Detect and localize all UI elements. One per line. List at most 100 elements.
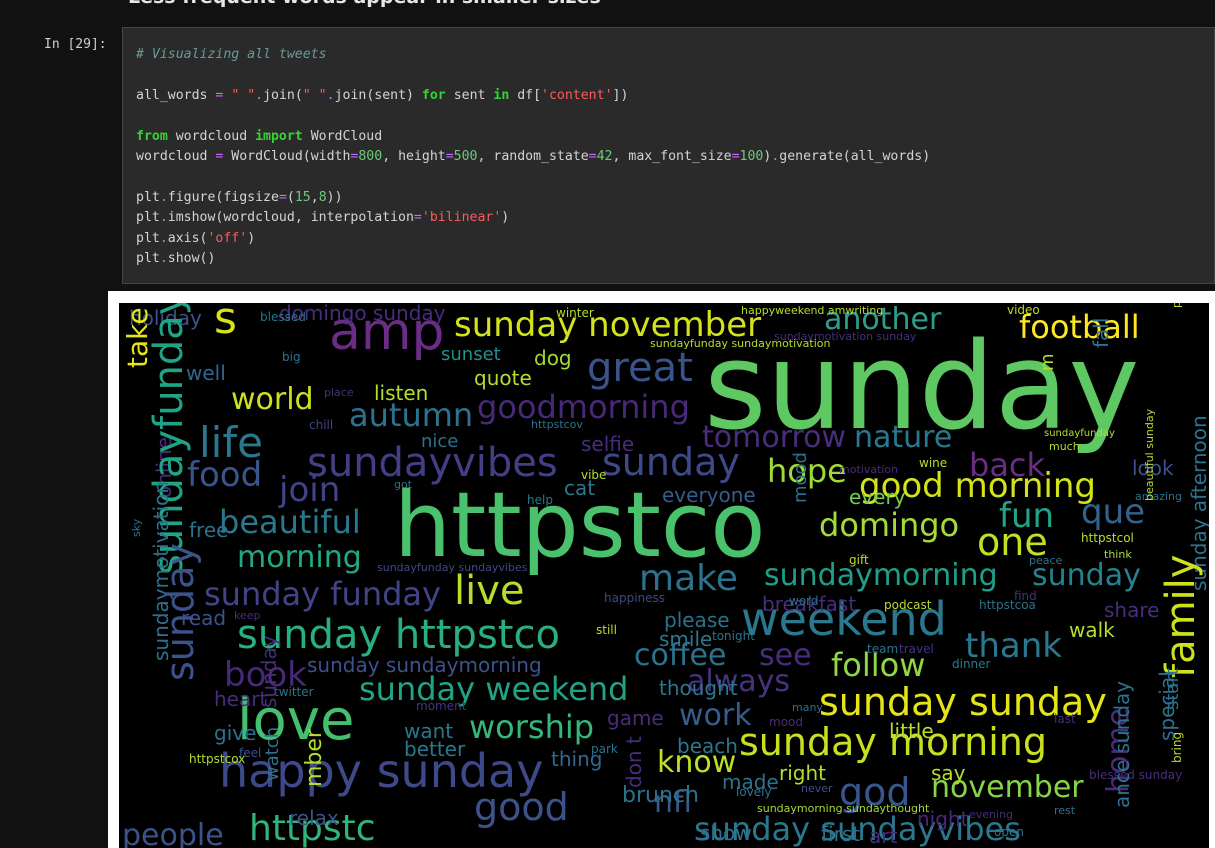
code-token: in [493, 87, 510, 103]
wordcloud-word: quote [474, 366, 532, 390]
wordcloud-word: keep [234, 609, 261, 622]
code-token: 100 [739, 148, 764, 164]
wordcloud-word: many [792, 701, 823, 714]
code-token: all_words [136, 87, 216, 103]
wordcloud-word: much [1049, 440, 1080, 453]
wordcloud-word: beautiful sunday [1143, 408, 1156, 501]
wordcloud-word: dog [534, 346, 572, 370]
wordcloud-word: sundaymorning sundaythought [757, 802, 930, 815]
code-line: all_words = " ".join(" ".join(sent) for … [136, 86, 930, 106]
code-token: " " [231, 87, 256, 103]
wordcloud-word: peace [1029, 554, 1063, 567]
wordcloud-word: sunset [441, 344, 501, 365]
code-token: , height [382, 148, 446, 164]
wordcloud-word: wine [919, 456, 948, 470]
wordcloud-image: sunday httpstco amp sunday november football… [119, 303, 1209, 848]
code-token: 'content' [541, 87, 613, 103]
code-token: join( [263, 87, 303, 103]
wordcloud-word: food [187, 455, 263, 495]
code-token: . [159, 230, 168, 246]
wordcloud-word: sunday weekend [359, 670, 629, 708]
code-line: plt.figure(figsize=(15,8)) [136, 188, 930, 208]
code-token: 42 [596, 148, 613, 164]
section-heading: Less frequent words appear in smaller si… [128, 0, 828, 10]
code-cell[interactable]: # Visualizing all tweets all_words = " ".… [122, 27, 1215, 284]
wordcloud-word: share [1104, 598, 1160, 622]
wordcloud-word: motivation [839, 463, 899, 476]
code-token: . [255, 87, 264, 103]
wordcloud-word: help [527, 493, 553, 507]
wordcloud-word: big [282, 350, 301, 364]
wordcloud-word: say [931, 761, 966, 785]
wordcloud-word: m [1037, 353, 1058, 371]
wordcloud-word: selfie [581, 432, 635, 456]
wordcloud-word: sundayfunday sundaymotivation [650, 337, 831, 350]
code-token: plt [136, 210, 160, 226]
code-token: )) [326, 189, 343, 205]
code-token: axis( [167, 230, 208, 246]
wordcloud-word: people [122, 818, 224, 848]
code-token: = [413, 210, 422, 226]
wordcloud-word: sundaymorning [764, 558, 998, 593]
wordcloud-word: rest [1054, 804, 1076, 817]
code-token: = [278, 189, 287, 205]
code-line: # Visualizing all tweets [136, 45, 930, 65]
code-token: ) [501, 210, 510, 226]
code-token: 'off' [207, 230, 248, 246]
code-token: ( [286, 189, 295, 205]
wordcloud-word: last [1054, 712, 1076, 726]
code-token: . [159, 210, 168, 226]
code-token: join(sent) [334, 87, 422, 103]
wordcloud-word: free [189, 518, 229, 542]
code-token: WordCloud(width [223, 148, 351, 164]
code-token: # Visualizing all tweets [136, 47, 327, 62]
code-editor[interactable]: # Visualizing all tweets all_words = " ".… [136, 45, 930, 269]
wordcloud-word: worship [469, 708, 595, 746]
code-token: , random_state [477, 148, 589, 164]
wordcloud-word: mood [790, 452, 811, 503]
wordcloud-word: beautiful [219, 503, 361, 541]
wordcloud-word: travel [899, 642, 934, 656]
code-token: sent [445, 87, 494, 103]
code-token: plt [136, 250, 160, 266]
wordcloud-word: happyweekend amwriting [741, 304, 884, 317]
wordcloud-word: park [591, 742, 618, 756]
wordcloud-word: tonight [712, 629, 755, 643]
code-line: plt.show() [136, 249, 930, 269]
wordcloud-word: live [454, 568, 525, 614]
wordcloud-word: winter [556, 306, 594, 320]
code-token: plt [136, 189, 160, 205]
wordcloud-word: sunday httpstco [237, 612, 560, 658]
wordcloud-word: listen [374, 381, 429, 405]
wordcloud-word: smile [659, 627, 713, 651]
wordcloud-word: walk [1069, 618, 1115, 642]
code-line: plt.axis('off') [136, 229, 930, 249]
code-token: for [421, 87, 446, 103]
wordcloud-word: everyone [662, 483, 756, 507]
wordcloud-word: little [889, 719, 934, 743]
wordcloud-word: httpstcov [531, 418, 583, 431]
wordcloud-word: world [231, 382, 314, 417]
wordcloud-word: moment [416, 699, 467, 713]
code-token: wordcloud [167, 128, 256, 144]
wordcloud-word: special [1155, 671, 1179, 741]
wordcloud-word: great [587, 345, 693, 391]
wordcloud-word: think [1104, 548, 1132, 561]
code-token: . [159, 189, 168, 205]
wordcloud-word: happiness [604, 591, 666, 605]
code-token: = [588, 148, 597, 164]
wordcloud-word: join [279, 470, 341, 510]
wordcloud-word: nice [421, 431, 459, 452]
code-token: df[ [509, 87, 542, 103]
code-token: show() [167, 250, 216, 266]
code-token: WordCloud [302, 128, 383, 144]
wordcloud-word: gift [849, 553, 869, 567]
wordcloud-word: beach [677, 734, 738, 758]
wordcloud-word: ance sunday [1110, 680, 1134, 808]
wordcloud-word: vibe [581, 468, 607, 482]
code-token: generate(all_words) [779, 148, 931, 164]
code-token: 8 [318, 189, 327, 205]
